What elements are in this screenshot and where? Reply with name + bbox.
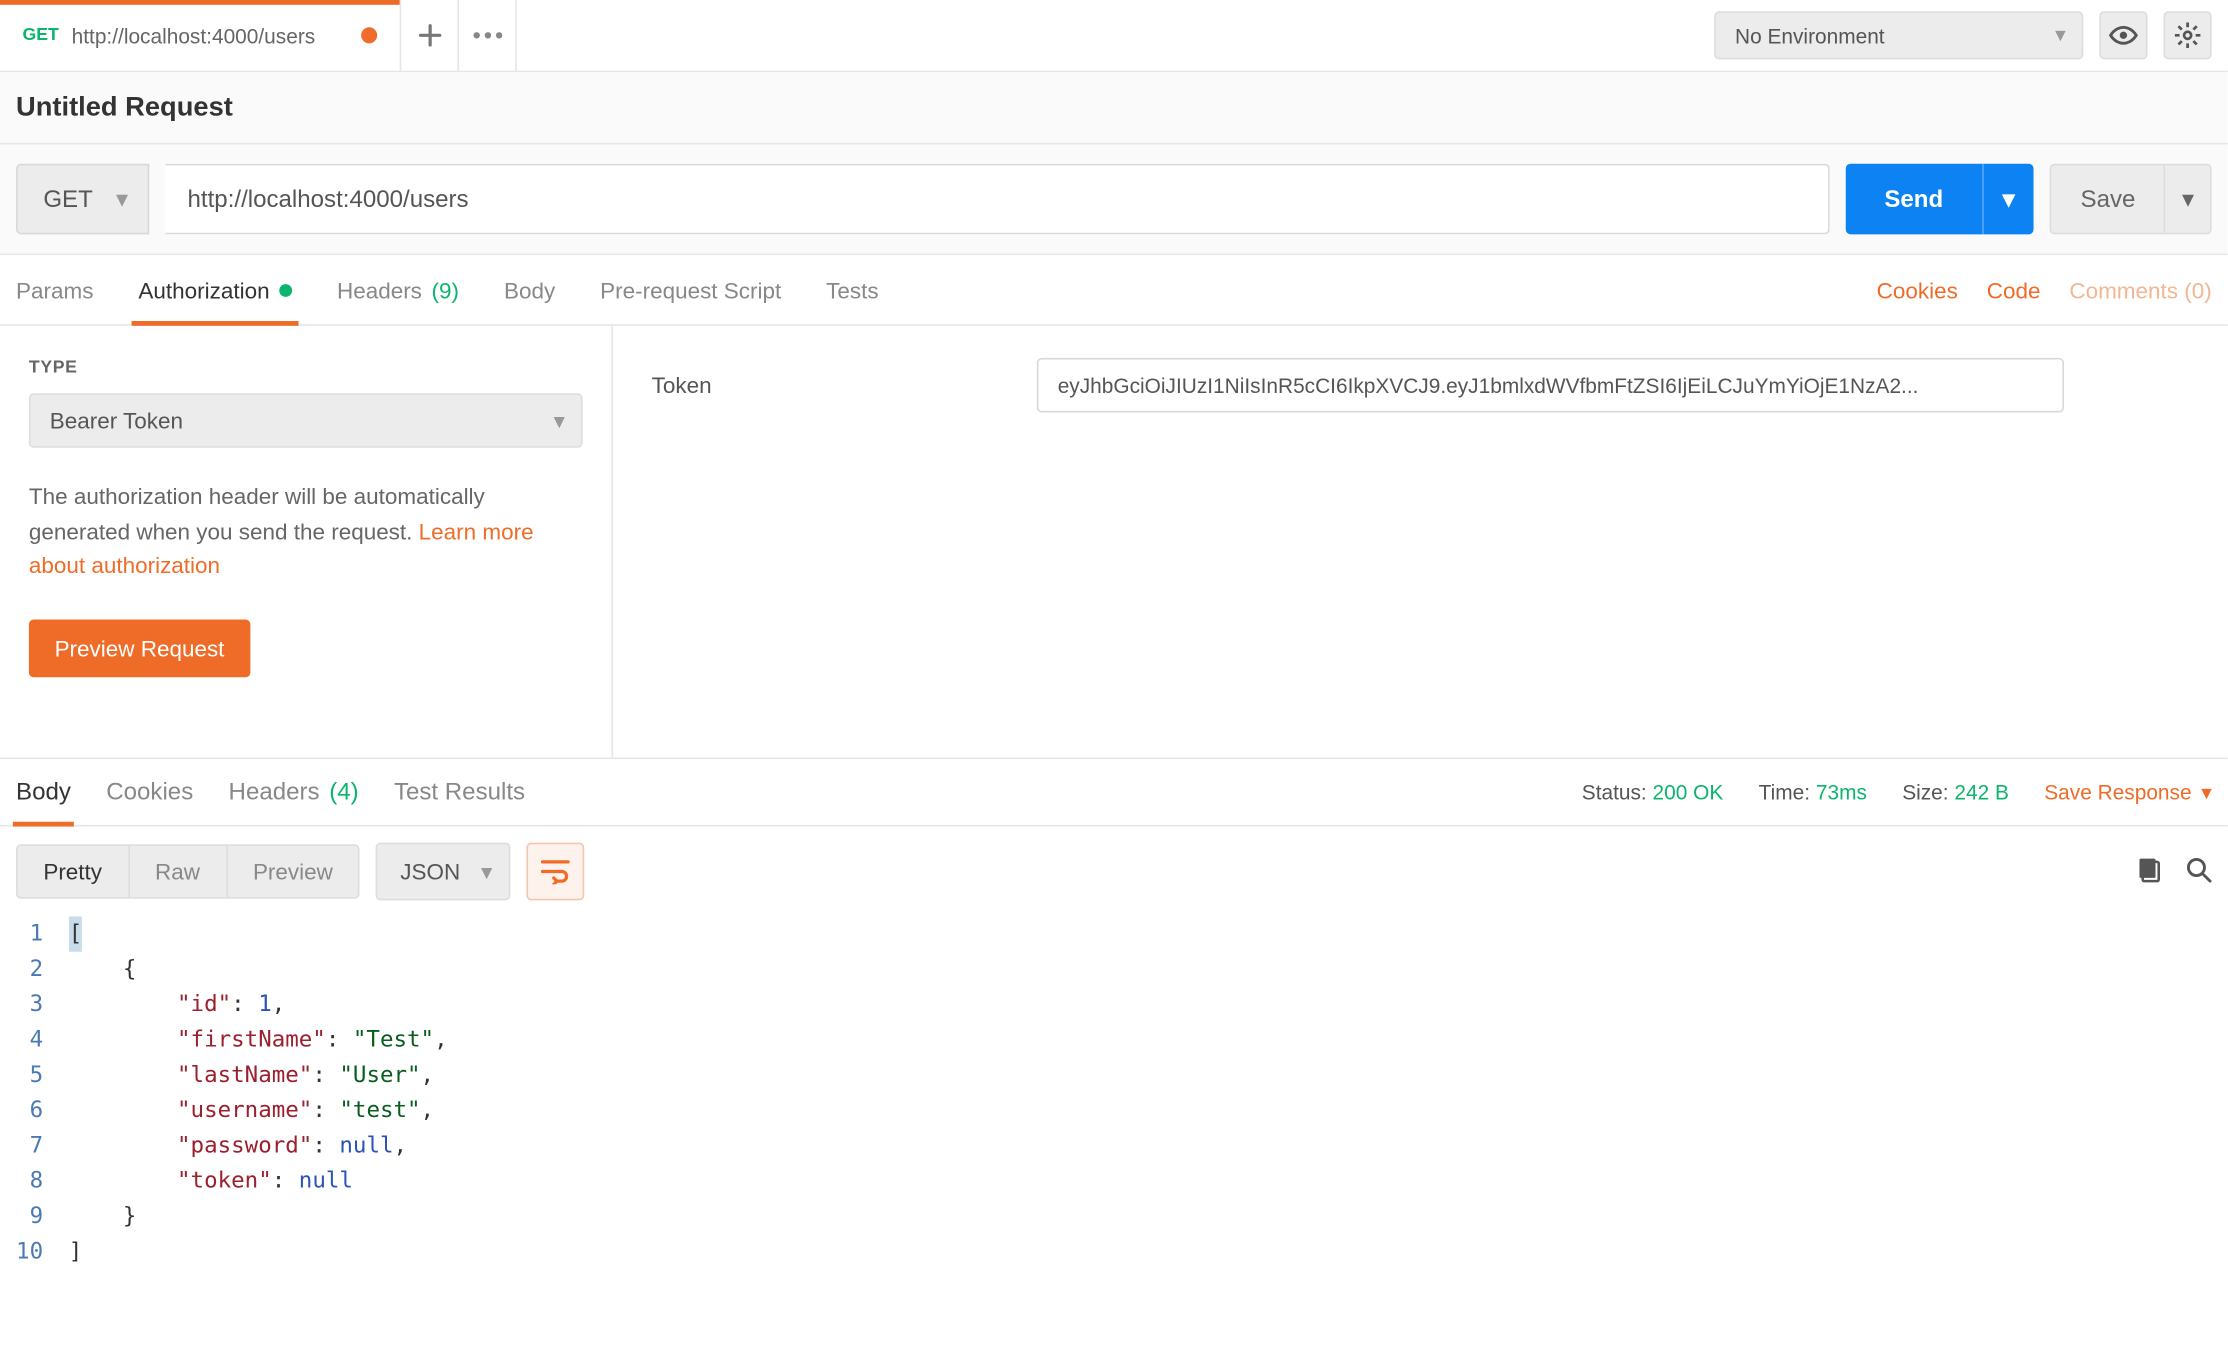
format-select[interactable]: JSON ▾ [376,843,510,901]
tab-method: GET [22,26,58,45]
save-dropdown[interactable]: ▾ [2164,165,2210,232]
send-label: Send [1846,185,1982,212]
save-response-button[interactable]: Save Response ▾ [2044,779,2211,805]
status-value: 200 OK [1653,780,1724,804]
chevron-down-icon: ▾ [116,185,128,214]
active-dot-icon [279,283,292,296]
view-preview-button[interactable]: Preview [226,846,359,897]
http-method-select[interactable]: GET ▾ [16,164,149,235]
comments-link[interactable]: Comments (0) [2069,277,2211,303]
response-tab-cookies[interactable]: Cookies [106,759,193,825]
chevron-down-icon: ▾ [554,407,565,434]
time-value: 73ms [1816,780,1867,804]
response-tab-body[interactable]: Body [16,759,71,825]
search-icon [2186,856,2212,882]
save-label: Save [2052,185,2165,212]
wrap-lines-button[interactable] [526,843,584,901]
request-url-input[interactable] [165,164,1830,235]
save-button[interactable]: Save ▾ [2050,164,2212,235]
request-name[interactable]: Untitled Request [0,72,2228,144]
copy-response-button[interactable] [2138,856,2164,886]
size-label: Size: 242 B [1902,780,2009,804]
view-mode-segment: Pretty Raw Preview [16,844,360,899]
response-code: [ { "id": 1, "firstName": "Test", "lastN… [69,916,2212,1269]
request-tab[interactable]: GET http://localhost:4000/users [0,0,401,71]
view-raw-button[interactable]: Raw [128,846,226,897]
search-response-button[interactable] [2186,856,2212,886]
http-method-value: GET [43,185,93,212]
preview-request-button[interactable]: Preview Request [29,620,250,678]
tab-headers-label: Headers [337,277,422,303]
wrap-icon [540,859,569,885]
tab-authorization[interactable]: Authorization [138,255,292,324]
new-tab-button[interactable] [401,0,459,71]
response-tab-tests[interactable]: Test Results [394,759,525,825]
chevron-down-icon: ▾ [481,858,492,885]
response-body-viewer[interactable]: 1 2 3 4 5 6 7 8 9 10 [ { "id": 1, "first… [0,916,2228,1285]
tab-prerequest[interactable]: Pre-request Script [600,255,781,324]
tab-body[interactable]: Body [504,255,555,324]
environment-label: No Environment [1735,23,1885,47]
send-dropdown[interactable]: ▾ [1982,164,2034,235]
auth-type-label: TYPE [29,358,583,377]
line-gutter: 1 2 3 4 5 6 7 8 9 10 [16,916,69,1269]
auth-type-value: Bearer Token [50,408,183,434]
send-button[interactable]: Send ▾ [1846,164,2034,235]
plus-icon [416,22,442,48]
auth-help-text: The authorization header will be automat… [29,480,583,584]
chevron-down-icon: ▾ [2055,22,2065,48]
chevron-down-icon: ▾ [2201,779,2211,805]
status-label: Status: 200 OK [1582,780,1724,804]
tab-title: http://localhost:4000/users [72,23,316,47]
tab-headers[interactable]: Headers (9) [337,255,459,324]
eye-icon [2109,26,2138,45]
tab-params[interactable]: Params [16,255,93,324]
unsaved-dot-icon [361,27,377,43]
token-input[interactable] [1037,358,2064,413]
response-headers-count: (4) [329,778,358,805]
tab-options-button[interactable] [459,0,517,71]
code-link[interactable]: Code [1987,277,2041,303]
gear-icon [2175,22,2201,48]
settings-button[interactable] [2164,11,2212,59]
response-headers-label: Headers [229,778,320,805]
auth-type-select[interactable]: Bearer Token ▾ [29,393,583,448]
view-pretty-button[interactable]: Pretty [18,846,128,897]
environment-quicklook-button[interactable] [2099,11,2147,59]
tab-auth-label: Authorization [138,277,269,303]
cookies-link[interactable]: Cookies [1877,277,1958,303]
format-value: JSON [400,859,460,885]
copy-icon [2138,856,2164,882]
time-label: Time: 73ms [1759,780,1867,804]
ellipsis-icon [473,32,502,38]
token-label: Token [652,372,973,398]
tab-headers-count: (9) [432,277,459,303]
environment-select[interactable]: No Environment ▾ [1714,11,2083,59]
size-value: 242 B [1954,780,2009,804]
response-tab-headers[interactable]: Headers (4) [229,759,359,825]
tab-tests[interactable]: Tests [826,255,878,324]
